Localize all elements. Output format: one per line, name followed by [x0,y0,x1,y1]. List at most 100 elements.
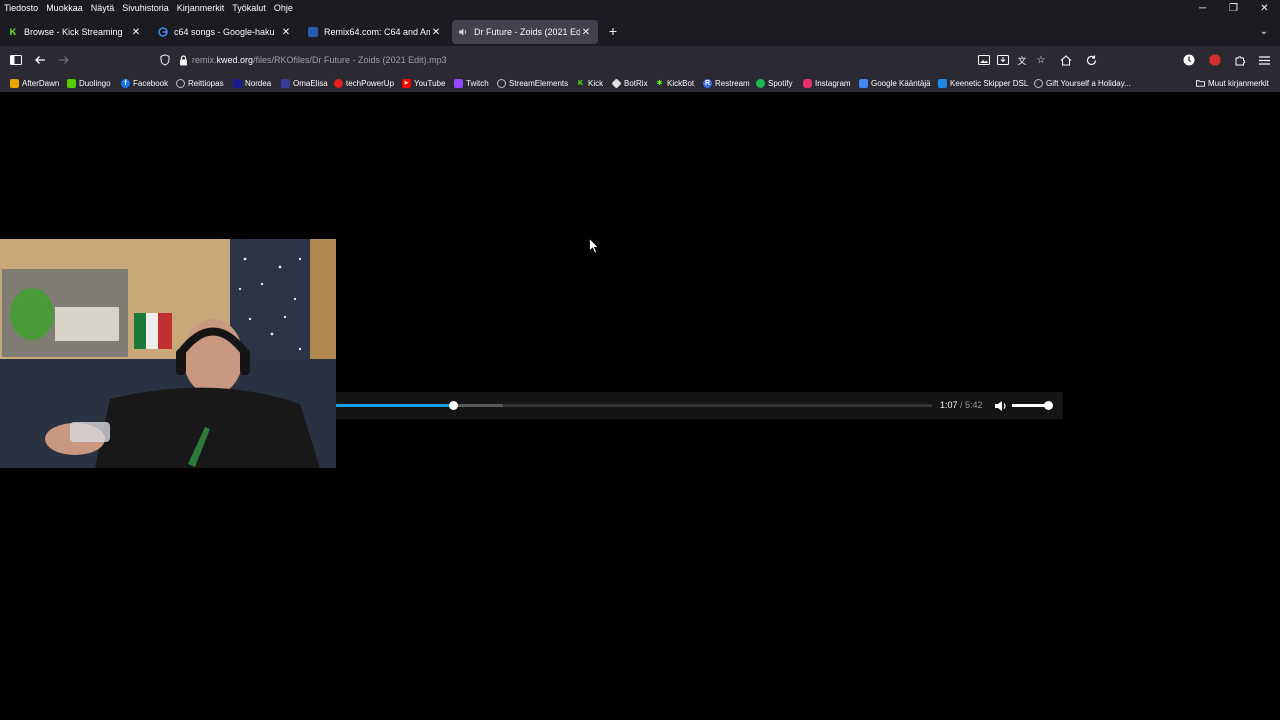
extensions-icon[interactable] [1229,50,1251,70]
menu-help[interactable]: Ohje [274,1,293,15]
restore-button[interactable]: ❐ [1218,0,1249,16]
bookmark-reittiopas[interactable]: Reittiopas [176,77,224,89]
bookmark-kick[interactable]: K Kick [576,77,603,89]
bookmark-instagram[interactable]: Instagram [803,77,851,89]
bookmark-streamelements[interactable]: StreamElements [497,77,568,89]
forward-button[interactable] [53,50,75,70]
bookmark-techpowerup[interactable]: techPowerUp [334,77,394,89]
bookmark-botrix[interactable]: BotRix [611,77,648,89]
bookmark-nordea[interactable]: Nordea [233,77,271,89]
tab-google[interactable]: c64 songs - Google-haku ✕ [152,20,298,44]
globe-icon [176,78,185,88]
sidebar-icon[interactable] [5,50,27,70]
restream-icon: R [703,78,712,88]
bookmark-facebook[interactable]: f Facebook [121,77,168,89]
close-icon[interactable]: ✕ [280,26,292,38]
bookmark-label: Muut kirjanmerkit [1208,78,1269,88]
seek-handle[interactable] [448,401,458,410]
bookmark-label: BotRix [624,78,648,88]
youtube-icon: ▶ [402,78,411,88]
adblock-icon[interactable] [1204,50,1226,70]
shield-icon[interactable] [158,53,172,67]
bookmark-kickbot[interactable]: ✱ KickBot [655,77,695,89]
menu-tools[interactable]: Työkalut [232,1,266,15]
tab-dr-future[interactable]: Dr Future - Zoids (2021 Edit) ✕ [452,20,598,44]
speaker-icon[interactable] [458,27,468,37]
lock-icon[interactable] [176,53,190,67]
kick-icon: K [577,79,584,87]
window-controls: ─ ❐ ✕ [1187,0,1280,16]
globe-icon [1034,78,1043,88]
menu-view[interactable]: Näytä [91,1,115,15]
address-bar[interactable]: remix.kwed.org/files/RKOfiles/Dr Future … [154,49,1054,71]
bookmark-label: Facebook [133,78,169,88]
other-bookmarks-folder[interactable]: Muut kirjanmerkit [1196,77,1269,89]
tab-kick[interactable]: K Browse - Kick Streaming ✕ [2,20,148,44]
bookmark-label: Nordea [245,78,272,88]
bookmark-gift-holiday[interactable]: Gift Yourself a Holiday... [1034,77,1131,89]
streamelements-icon [497,78,506,88]
menu-history[interactable]: Sivuhistoria [122,1,169,15]
bookmark-keenetic[interactable]: Keenetic Skipper DSL [938,77,1028,89]
seek-bar[interactable] [336,401,932,410]
home-icon[interactable] [1055,50,1077,70]
bookmark-omaelisa[interactable]: OmaElisa [281,77,328,89]
mouse-pointer-icon [589,237,600,254]
bookmark-label: techPowerUp [346,78,395,88]
star-icon[interactable]: ☆ [1034,53,1048,67]
url-text: remix.kwed.org/files/RKOfiles/Dr Future … [192,55,447,65]
bookmark-label: AfterDawn [22,78,60,88]
new-tab-button[interactable]: + [604,22,622,40]
bookmark-label: Twitch [466,78,489,88]
audio-player[interactable]: 1:07 / 5:42 [336,392,1063,419]
bookmark-afterdawn[interactable]: AfterDawn [10,77,59,89]
kick-icon: K [9,27,17,37]
bookmark-label: Keenetic Skipper DSL [950,78,1029,88]
picture-icon[interactable] [977,53,991,67]
menu-bar: Tiedosto Muokkaa Näytä Sivuhistoria Kirj… [0,0,1280,16]
duolingo-icon [67,78,76,88]
close-window-button[interactable]: ✕ [1249,0,1280,16]
bookmark-duolingo[interactable]: Duolingo [67,77,111,89]
save-page-icon[interactable] [996,53,1010,67]
volume-level [1012,404,1048,407]
hamburger-menu-icon[interactable] [1253,50,1275,70]
tab-title: Browse - Kick Streaming [24,27,123,37]
close-icon[interactable]: ✕ [430,26,442,38]
minimize-button[interactable]: ─ [1187,0,1218,16]
bookmark-google-translate[interactable]: Google Kääntäjä [859,77,931,89]
tab-title: c64 songs - Google-haku [174,27,275,37]
facebook-icon: f [121,78,130,88]
bookmark-label: Reittiopas [188,78,224,88]
duration: 5:42 [965,400,983,410]
chevron-down-icon[interactable]: ⌄ [1256,22,1272,40]
menu-bookmarks[interactable]: Kirjanmerkit [177,1,225,15]
twitch-icon [454,78,463,88]
botrix-icon [611,77,622,89]
reload-icon[interactable] [1080,50,1102,70]
volume-handle[interactable] [1044,401,1053,410]
volume-slider[interactable] [1012,401,1053,410]
time-separator: / [957,400,966,410]
bookmark-label: Gift Yourself a Holiday... [1046,78,1131,88]
bookmark-label: Google Kääntäjä [871,78,931,88]
menu-file[interactable]: Tiedosto [4,1,38,15]
bookmark-label: StreamElements [509,78,569,88]
volume-icon[interactable] [994,399,1008,413]
url-prefix: remix. [192,55,217,65]
menu-edit[interactable]: Muokkaa [46,1,83,15]
tab-remix64[interactable]: Remix64.com: C64 and Amiga M ✕ [302,20,448,44]
bookmark-label: YouTube [414,78,446,88]
account-icon[interactable] [1178,50,1200,70]
translate-icon[interactable]: 文 [1015,53,1029,67]
bookmark-spotify[interactable]: Spotify [756,77,792,89]
bookmark-label: OmaElisa [293,78,328,88]
bookmark-restream[interactable]: R Restream [703,77,750,89]
close-icon[interactable]: ✕ [130,26,142,38]
bookmark-label: Kick [588,78,604,88]
bookmark-youtube[interactable]: ▶ YouTube [402,77,445,89]
close-icon[interactable]: ✕ [580,26,592,38]
played-range [336,404,453,407]
back-button[interactable] [29,50,51,70]
bookmark-twitch[interactable]: Twitch [454,77,489,89]
